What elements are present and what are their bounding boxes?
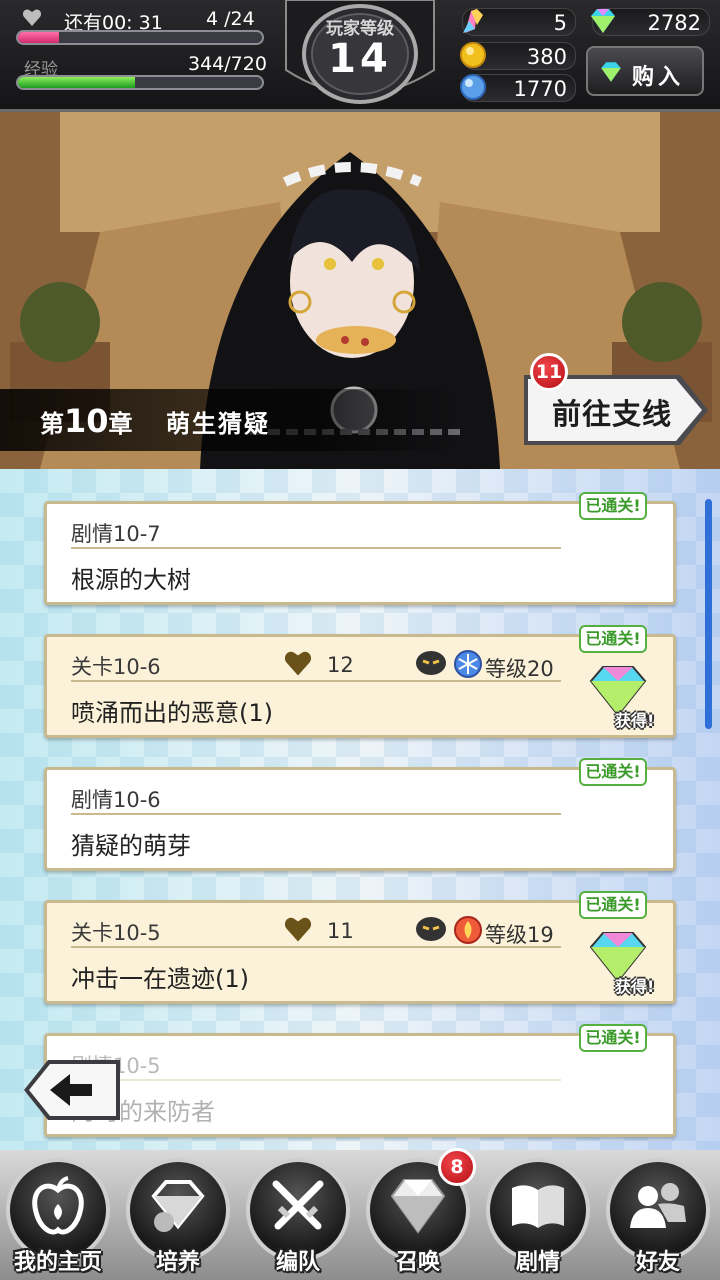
stamina-cost: 12 xyxy=(327,653,354,677)
player-level-badge: 玩家等级 14 xyxy=(282,0,438,106)
ice-element-icon xyxy=(454,650,482,678)
stamina-value: 4 /24 xyxy=(206,8,255,30)
nav-label: 我的主页 xyxy=(13,1250,102,1275)
side-story-count-badge: 11 xyxy=(530,353,568,391)
orb-counter: 1770 xyxy=(460,74,576,102)
gold-value: 380 xyxy=(526,45,567,69)
diamond-value: 2782 xyxy=(647,11,701,35)
stage-entry[interactable]: 已通关! 关卡10-6 12 等级20 喷涌而出的恶意(1) 获得! xyxy=(44,625,676,738)
gem-cluster-icon xyxy=(151,1180,205,1232)
crossed-swords-icon xyxy=(272,1180,324,1230)
blue-orb-icon xyxy=(460,74,486,100)
chapter-title-bar: 第10章 萌生猜疑 xyxy=(0,389,460,451)
nav-summon[interactable]: 召唤 8 xyxy=(360,1148,476,1280)
diamond-icon xyxy=(390,1179,446,1234)
entry-title: 关卡10-6 xyxy=(71,655,161,679)
recommended-level: 等级19 xyxy=(485,923,554,947)
side-story-label: 前往支线 xyxy=(552,397,673,431)
enemy-face-icon xyxy=(416,917,446,941)
cleared-badge: 已通关! xyxy=(579,625,647,653)
top-hud: 还有00: 31 4 /24 经验 344/720 玩家等级 14 5 2782… xyxy=(0,0,720,112)
apple-icon xyxy=(32,1176,84,1235)
entry-name: 根源的大树 xyxy=(71,566,191,594)
player-status: 还有00: 31 4 /24 经验 344/720 xyxy=(10,6,280,90)
enemy-face-icon xyxy=(416,651,446,675)
chapter-name: 萌生猜疑 xyxy=(166,410,270,438)
entry-name: 冲击一在遗迹(1) xyxy=(71,965,249,993)
story-entry[interactable]: 已通关! 剧情10-6 猜疑的萌芽 xyxy=(44,758,676,871)
nav-home[interactable]: 我的主页 xyxy=(0,1158,116,1280)
reward-obtained-label: 获得! xyxy=(615,977,655,996)
gold-coin-icon xyxy=(460,42,486,68)
stage-entry[interactable]: 已通关! 关卡10-5 11 等级19 冲击一在遗迹(1) 获得! xyxy=(44,891,676,1004)
nav-label: 召唤 xyxy=(395,1250,440,1275)
divider xyxy=(71,813,561,815)
heart-icon xyxy=(284,917,312,942)
chapter-number: 第10章 xyxy=(40,402,133,440)
chapter-prefix: 第 xyxy=(40,410,64,438)
chapter-banner: 第10章 萌生猜疑 前往支线 11 xyxy=(0,112,720,469)
diamond-counter: 2782 xyxy=(591,8,710,36)
divider xyxy=(71,547,561,549)
entry-title: 剧情10-6 xyxy=(71,788,161,812)
cleared-badge: 已通关! xyxy=(579,492,647,520)
divider xyxy=(71,946,561,948)
exp-bar-fill xyxy=(18,77,136,88)
back-arrow-icon xyxy=(24,1060,120,1120)
stamina-row: 还有00: 31 4 /24 xyxy=(10,6,280,34)
nav-label: 剧情 xyxy=(515,1250,560,1275)
quartz-counter: 5 xyxy=(462,8,576,36)
gold-counter: 380 xyxy=(460,42,576,70)
book-icon xyxy=(512,1185,564,1228)
back-button[interactable] xyxy=(20,1056,124,1126)
cleared-badge: 已通关! xyxy=(579,891,647,919)
stamina-cost: 11 xyxy=(327,919,354,943)
entry-title: 关卡10-5 xyxy=(71,921,161,945)
diamond-icon xyxy=(601,62,621,82)
exp-bar xyxy=(16,75,264,90)
chapter-suffix: 章 xyxy=(108,410,133,438)
diamond-icon xyxy=(591,9,615,33)
chapter-num: 10 xyxy=(64,402,109,440)
nav-friends[interactable]: 好友 xyxy=(600,1158,716,1280)
list-scrollbar[interactable] xyxy=(705,499,712,729)
quest-list[interactable]: 已通关! 剧情10-7 根源的大树 已通关! 关卡10-6 12 等级20 喷涌… xyxy=(0,469,720,1150)
fire-element-icon xyxy=(454,916,482,944)
orb-value: 1770 xyxy=(513,77,567,101)
nav-story[interactable]: 剧情 xyxy=(480,1158,596,1280)
recommended-level: 等级20 xyxy=(485,657,554,681)
stamina-bar-fill xyxy=(18,32,60,43)
buy-label: 购入 xyxy=(632,65,685,90)
exp-value: 344/720 xyxy=(188,53,267,75)
reward-obtained-label: 获得! xyxy=(615,711,655,730)
divider xyxy=(71,1079,561,1081)
side-story-button[interactable]: 前往支线 11 xyxy=(518,353,712,451)
cleared-badge: 已通关! xyxy=(579,758,647,786)
summon-count-badge: 8 xyxy=(438,1148,476,1186)
nav-label: 好友 xyxy=(635,1250,680,1275)
nav-team[interactable]: 编队 xyxy=(240,1158,356,1280)
heart-icon xyxy=(284,651,312,676)
story-entry[interactable]: 已通关! 剧情10-7 根源的大树 xyxy=(44,492,676,605)
heart-icon xyxy=(22,9,42,26)
quartz-icon xyxy=(463,9,483,33)
quartz-value: 5 xyxy=(553,11,567,35)
buy-diamonds-button[interactable]: 购入 xyxy=(586,46,704,96)
nav-train[interactable]: 培养 xyxy=(120,1158,236,1280)
exp-row: 经验 344/720 xyxy=(10,51,280,80)
entry-name: 猜疑的萌芽 xyxy=(71,832,191,860)
cleared-badge: 已通关! xyxy=(579,1024,647,1052)
friends-icon xyxy=(630,1183,686,1228)
entry-name: 喷涌而出的恶意(1) xyxy=(71,699,273,727)
entry-title: 剧情10-7 xyxy=(71,522,161,546)
story-entry[interactable]: 已通关! 剧情10-5 的时的来防者 xyxy=(44,1024,676,1137)
stamina-bar xyxy=(16,30,264,45)
nav-label: 编队 xyxy=(275,1250,320,1275)
divider xyxy=(71,680,561,682)
level-value: 14 xyxy=(328,36,392,82)
nav-label: 培养 xyxy=(155,1250,200,1275)
bottom-nav: 我的主页 培养 编队 召唤 8 剧情 好友 xyxy=(0,1148,720,1280)
